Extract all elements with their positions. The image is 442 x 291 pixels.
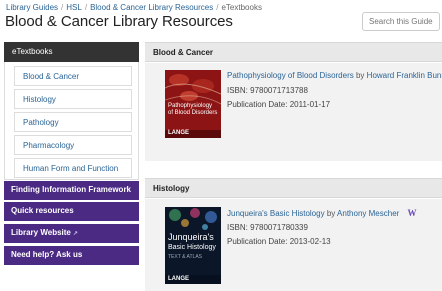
breadcrumb-guide[interactable]: Blood & Cancer Library Resources [90,3,213,12]
sidebar-item-pharmacology[interactable]: Pharmacology [14,135,132,155]
author-link[interactable]: Anthony Mescher [337,209,399,218]
book-isbn: ISBN: 9780071713788 [227,86,308,95]
sidebar-link-library-website[interactable]: Library Website ↗ [4,224,139,243]
library-website-label: Library Website [11,228,71,237]
book-title-line: Pathophysiology of Blood Disorders by Ho… [227,71,442,80]
author-link[interactable]: Howard Franklin Bunn; [367,71,442,80]
search-input[interactable] [362,12,440,31]
by-text: by [355,71,365,80]
breadcrumb: Library Guides / HSL / Blood & Cancer Librar… [6,3,262,12]
cover-title-text-1: Junqueira's [168,232,214,242]
cover-title-text: Pathophysiology of Blood Disorders [168,103,218,116]
book-title-link[interactable]: Pathophysiology of Blood Disorders [227,71,354,80]
breadcrumb-separator: / [84,3,88,12]
breadcrumb-current: eTextbooks [221,3,262,12]
sidebar-link-quick-resources[interactable]: Quick resources [4,202,139,221]
breadcrumb-library-guides[interactable]: Library Guides [6,3,58,12]
sidebar-item-pathology[interactable]: Pathology [14,112,132,132]
page-title: Blood & Cancer Library Resources [5,13,233,30]
section-heading-blood-cancer: Blood & Cancer [145,42,442,62]
breadcrumb-hsl[interactable]: HSL [66,3,82,12]
sidebar-item-blood-cancer[interactable]: Blood & Cancer [14,66,132,86]
uw-logo-icon: W [407,208,417,218]
sidebar-item-histology[interactable]: Histology [14,89,132,109]
sidebar-item-human-form-function[interactable]: Human Form and Function [14,158,132,178]
external-link-icon: ↗ [72,231,78,237]
book-cover-junqueira[interactable]: Junqueira's Basic Histology TEXT & ATLAS… [165,207,221,284]
by-text: by [326,209,336,218]
cover-title-text-2: Basic Histology [168,244,216,251]
book-cover-pathophysiology[interactable]: Pathophysiology of Blood Disorders LANGE [165,70,221,138]
book-publication-date: Publication Date: 2011-01-17 [227,100,331,109]
sidebar-link-need-help[interactable]: Need help? Ask us [4,246,139,265]
book-publication-date: Publication Date: 2013-02-13 [227,237,331,246]
cover-brand: LANGE [168,130,189,136]
book-title-link[interactable]: Junqueira's Basic Histology [227,209,325,218]
breadcrumb-separator: / [216,3,219,12]
book-title-line: Junqueira's Basic Histology by Anthony M… [227,208,417,218]
breadcrumb-separator: / [61,3,64,12]
section-heading-histology: Histology [145,178,442,198]
sidebar-header-etextbooks[interactable]: eTextbooks [4,42,139,62]
book-isbn: ISBN: 9780071780339 [227,223,308,232]
sidebar-link-finding-information[interactable]: Finding Information Framework [4,181,139,200]
cover-title-text-3: TEXT & ATLAS [168,254,202,260]
cover-brand: LANGE [168,276,189,282]
